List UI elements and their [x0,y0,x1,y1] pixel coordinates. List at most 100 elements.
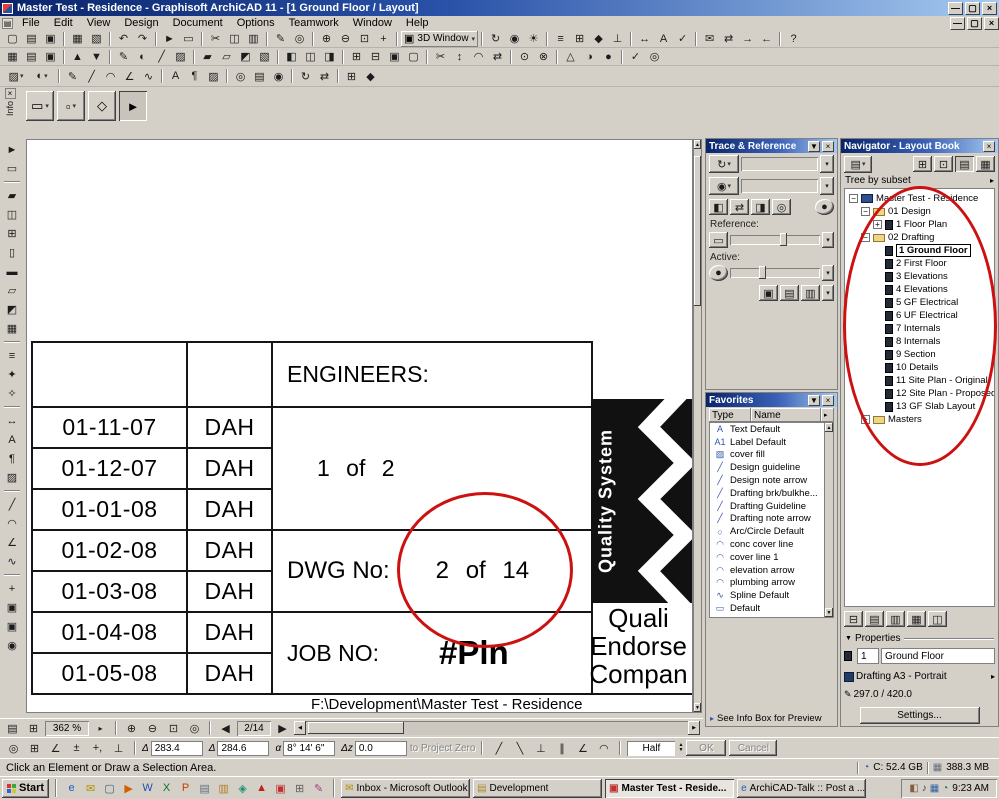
gravity-toggle-icon[interactable]: ⊥ [109,740,128,756]
expand-icon[interactable]: + [861,415,870,424]
fill-icon[interactable]: ▨ [3,468,22,487]
trace-display-dropdown[interactable]: ◉ ▾ [709,177,739,195]
tree-item[interactable]: 9 Section [845,348,994,361]
canvas-horizontal-scrollbar[interactable]: ◀ ▶ [294,721,700,735]
fill-icon[interactable]: ▨ [171,49,190,65]
back-icon[interactable]: ⊟ [366,49,385,65]
relative-coords-icon[interactable]: ± [67,740,86,756]
fill-dropdown[interactable]: ▨ ▾ [3,68,29,84]
project-map-icon[interactable]: ⊞ [913,156,932,172]
new-icon[interactable]: ▢ [3,31,22,47]
trace-move-icon[interactable]: ◎ [772,199,791,215]
archicad-app-icon[interactable]: ▣ [272,780,289,796]
label-icon[interactable]: ¶ [185,68,204,84]
pointer2-button[interactable]: ► [119,91,147,121]
align-c-icon[interactable]: ◫ [301,49,320,65]
camera-icon[interactable]: ◉ [505,31,524,47]
acrobat-icon[interactable]: ▲ [253,780,270,796]
orbit-icon[interactable]: ↻ [486,31,505,47]
favorite-item[interactable]: ▭ Default [710,602,824,615]
taskbar-task[interactable]: ▣ Master Test - Reside... [605,778,735,798]
group-icon[interactable]: ▣ [385,49,404,65]
project-chooser-dropdown[interactable]: ▤ ▾ [844,155,872,173]
polyline-icon[interactable]: ∠ [3,533,22,552]
spinner-down-icon[interactable]: ▼ [678,748,683,753]
polyline-icon[interactable]: ∠ [120,68,139,84]
maximize-button[interactable]: ▢ [965,1,980,15]
render-icon[interactable]: ● [599,49,618,65]
arc-icon[interactable]: ◠ [101,68,120,84]
previous-layout-icon[interactable]: ◀ [216,720,235,736]
tree-item[interactable]: + Masters [845,413,994,426]
story-down-icon[interactable]: ▼ [87,49,106,65]
paste-icon[interactable]: ▥ [244,31,263,47]
chevron-right-icon[interactable]: ▸ [821,408,834,422]
align-l-icon[interactable]: ◧ [282,49,301,65]
chevron-down-icon[interactable]: ▾ [820,155,834,173]
quick-options-icon[interactable]: ▤ [3,720,22,736]
taskbar-task[interactable]: ✉ Inbox - Microsoft Outlook [341,778,471,798]
start-button[interactable]: Start [2,778,50,798]
mail-icon[interactable]: ✉ [700,31,719,47]
save-icon[interactable]: ▣ [41,31,60,47]
cut-icon[interactable]: ✂ [206,31,225,47]
pointer-icon[interactable]: ► [160,31,179,47]
roof-icon[interactable]: ◩ [3,300,22,319]
panel-menu-icon[interactable]: ▼ [808,394,820,406]
angle-snap-icon[interactable]: ∠ [46,740,65,756]
nav-delete-icon[interactable]: ◫ [928,611,947,627]
ok-button[interactable]: OK [686,740,727,756]
favorite-item[interactable]: ╱ Drafting note arrow [710,513,824,526]
tree-item[interactable]: 7 Internals [845,322,994,335]
copy-icon[interactable]: ◫ [225,31,244,47]
wall-icon[interactable]: ▰ [3,186,22,205]
gravity-icon[interactable]: ⊥ [608,31,627,47]
trace-below-icon[interactable]: ◨ [751,199,770,215]
menu-help[interactable]: Help [399,17,436,29]
slider-handle[interactable] [758,266,766,279]
show-desktop-icon[interactable]: ▢ [101,780,118,796]
tree-item[interactable]: 6 UF Electrical [845,309,994,322]
send-icon[interactable]: → [738,31,757,47]
tree-item[interactable]: 12 Site Plan - Proposed [845,387,994,400]
menu-teamwork[interactable]: Teamwork [282,17,346,29]
calc-icon[interactable]: ⊞ [291,780,308,796]
favorite-item[interactable]: A Text Default [710,423,824,436]
spline-icon[interactable]: ∿ [3,552,22,571]
view-map-icon[interactable]: ⊡ [934,156,953,172]
zoom-in-icon[interactable]: ⊕ [122,720,141,736]
tracker-field-value[interactable]: 0.0 [354,740,407,756]
zoom-out-icon[interactable]: ⊖ [336,31,355,47]
organizer-icon[interactable]: ⇄ [315,68,334,84]
expand-icon[interactable]: + [873,220,882,229]
master-layout-value[interactable]: Drafting A3 - Portrait [856,671,989,682]
spell-icon[interactable]: ✓ [626,49,645,65]
text-icon[interactable]: A [3,430,22,449]
tree-item[interactable]: 11 Site Plan - Original [845,374,994,387]
menu-design[interactable]: Design [117,17,165,29]
pencil-icon[interactable]: ✎ [63,68,82,84]
slab-icon[interactable]: ▱ [3,281,22,300]
taskbar-task[interactable]: ▤ Development [473,778,603,798]
open-icon[interactable]: ▤ [22,31,41,47]
outlook-icon[interactable]: ✉ [82,780,99,796]
ungroup-icon[interactable]: ▢ [404,49,423,65]
nav-open-icon[interactable]: ▤ [865,611,884,627]
tracker-field-value[interactable]: 284.6 [217,740,270,756]
settings-button[interactable]: Settings... [859,707,980,724]
3d-window-combo[interactable]: ▣ 3D Window ▾ [401,31,478,47]
pointer-icon[interactable]: ► [3,140,22,159]
angle-bisector-icon[interactable]: ∠ [573,740,592,756]
favorite-item[interactable]: ╱ Drafting brk/bulkhe... [710,487,824,500]
marquee-button[interactable]: ▭ ▾ [26,91,54,121]
diamond-button[interactable]: ◇ [88,91,116,121]
msn-icon[interactable]: ◈ [234,780,251,796]
arc-icon[interactable]: ◠ [3,514,22,533]
canvas-vertical-scrollbar[interactable]: ▲ ▼ [693,139,702,713]
scroll-left-icon[interactable]: ◀ [294,721,306,735]
mesh2-icon[interactable]: ▧ [255,49,274,65]
sun-icon[interactable]: ☀ [524,31,543,47]
tracker-field-value[interactable]: 283.4 [150,740,203,756]
favorite-item[interactable]: ◠ conc cover line [710,538,824,551]
undo-icon[interactable]: ↶ [114,31,133,47]
